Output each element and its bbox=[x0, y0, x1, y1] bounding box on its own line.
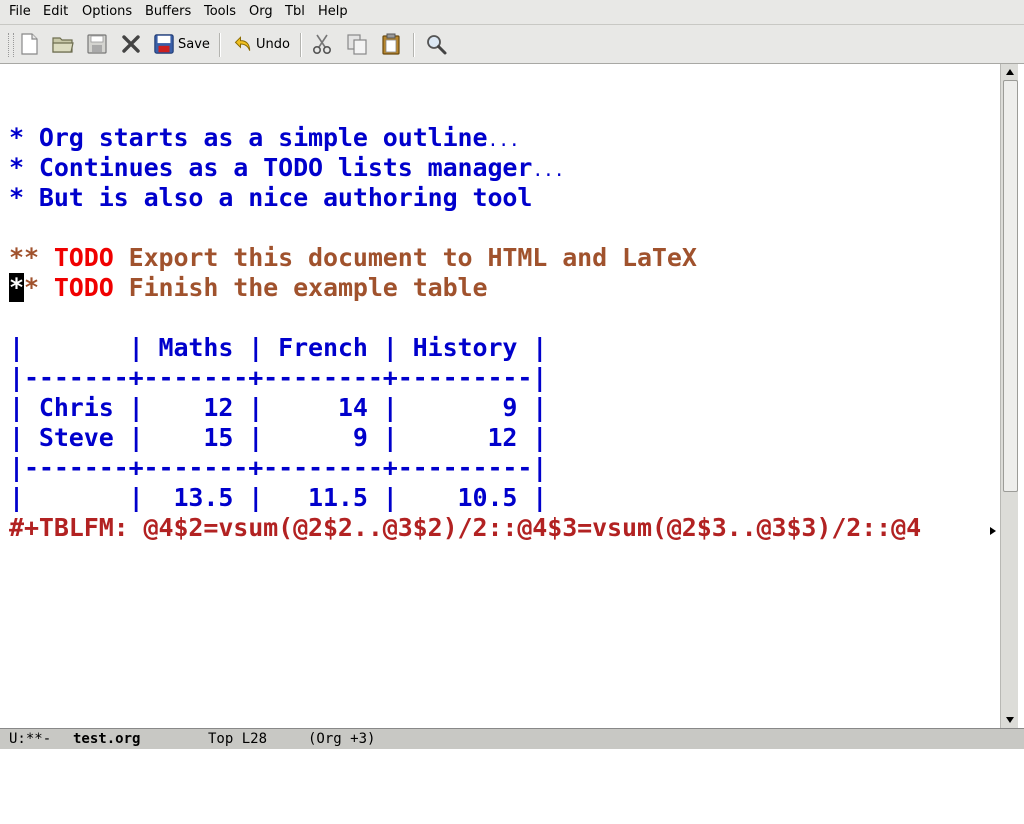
menu-edit[interactable]: Edit bbox=[43, 4, 68, 20]
save-icon bbox=[154, 34, 174, 54]
undo-button[interactable]: Undo bbox=[233, 31, 290, 57]
menu-bar: File Edit Options Buffers Tools Org Tbl … bbox=[0, 0, 1024, 25]
modeline-major-mode[interactable]: (Org +3) bbox=[308, 730, 375, 749]
heading-stars: * bbox=[9, 183, 24, 212]
search-button[interactable] bbox=[424, 31, 448, 57]
undo-icon bbox=[234, 36, 251, 51]
line-truncation-arrow-icon bbox=[988, 522, 998, 535]
todo-keyword: TODO bbox=[53, 273, 114, 302]
cut-button[interactable] bbox=[310, 31, 334, 57]
todo-line[interactable]: ** TODO Finish the example table bbox=[9, 273, 488, 303]
open-file-button[interactable] bbox=[51, 31, 75, 57]
editor-buffer[interactable]: * Org starts as a simple outline... * Co… bbox=[0, 64, 1000, 728]
table-header-row[interactable]: | | Maths | French | History | bbox=[9, 333, 547, 363]
menu-help[interactable]: Help bbox=[318, 4, 348, 20]
heading-line[interactable]: * Org starts as a simple outline... bbox=[9, 123, 520, 153]
table-row[interactable]: | Chris | 12 | 14 | 9 | bbox=[9, 393, 547, 423]
open-folder-icon bbox=[52, 37, 74, 53]
todo-stars-with-cursor: ** bbox=[9, 273, 39, 302]
toolbar-separator bbox=[413, 33, 415, 57]
menu-tbl[interactable]: Tbl bbox=[285, 4, 305, 20]
todo-line[interactable]: ** TODO Export this document to HTML and… bbox=[9, 243, 697, 273]
cut-icon bbox=[312, 34, 332, 55]
save-disk-icon bbox=[87, 34, 107, 54]
close-x-icon bbox=[122, 35, 140, 53]
copy-button[interactable] bbox=[345, 31, 369, 57]
mode-line[interactable]: U:**- test.org Top L28 (Org +3) bbox=[0, 728, 1024, 749]
todo-text: Export this document to HTML and LaTeX bbox=[128, 243, 697, 272]
todo-keyword: TODO bbox=[53, 243, 114, 272]
menu-tools[interactable]: Tools bbox=[204, 4, 236, 20]
new-file-button[interactable] bbox=[17, 31, 41, 57]
modeline-buffer-name[interactable]: test.org bbox=[73, 730, 140, 749]
folded-ellipsis[interactable]: ... bbox=[487, 130, 519, 151]
vertical-scrollbar[interactable] bbox=[1000, 64, 1019, 728]
paste-icon bbox=[382, 33, 400, 55]
scrollbar-thumb[interactable] bbox=[1003, 80, 1018, 492]
scroll-up-arrow-icon[interactable] bbox=[1003, 66, 1017, 78]
text-cursor: * bbox=[9, 273, 24, 302]
heading-text: But is also a nice authoring tool bbox=[38, 183, 533, 212]
paste-button[interactable] bbox=[379, 31, 403, 57]
scroll-down-arrow-icon[interactable] bbox=[1003, 714, 1017, 726]
frame-edge bbox=[1018, 64, 1024, 768]
table-formula-line[interactable]: #+TBLFM: @4$2=vsum(@2$2..@3$2)/2::@4$3=v… bbox=[9, 513, 991, 543]
heading-line[interactable]: * But is also a nice authoring tool bbox=[9, 183, 532, 213]
table-totals-row[interactable]: | | 13.5 | 11.5 | 10.5 | bbox=[9, 483, 547, 513]
heading-line[interactable]: * Continues as a TODO lists manager... bbox=[9, 153, 565, 183]
save-button-label: Save bbox=[178, 36, 210, 52]
save-disk-button[interactable] bbox=[85, 31, 109, 57]
new-file-icon bbox=[21, 33, 38, 55]
menu-file[interactable]: File bbox=[9, 4, 31, 20]
toolbar-separator bbox=[219, 33, 221, 57]
table-row[interactable]: | Steve | 15 | 9 | 12 | bbox=[9, 423, 547, 453]
menu-buffers[interactable]: Buffers bbox=[145, 4, 191, 20]
menu-options[interactable]: Options bbox=[82, 4, 132, 20]
modeline-status: U:**- bbox=[9, 731, 52, 747]
todo-stars: ** bbox=[9, 243, 39, 272]
folded-ellipsis[interactable]: ... bbox=[532, 160, 564, 181]
save-button[interactable]: Save bbox=[153, 31, 210, 57]
heading-text: Org starts as a simple outline bbox=[38, 123, 488, 152]
tool-bar: Save Undo bbox=[0, 25, 1024, 64]
echo-area[interactable] bbox=[0, 749, 1024, 768]
heading-stars: * bbox=[9, 123, 24, 152]
table-rule[interactable]: |-------+-------+--------+---------| bbox=[9, 453, 547, 483]
undo-button-label: Undo bbox=[256, 36, 290, 52]
toolbar-grip[interactable] bbox=[8, 33, 14, 57]
close-buffer-button[interactable] bbox=[119, 31, 143, 57]
table-rule[interactable]: |-------+-------+--------+---------| bbox=[9, 363, 547, 393]
search-icon bbox=[427, 35, 447, 55]
copy-icon bbox=[347, 34, 367, 55]
toolbar-separator bbox=[300, 33, 302, 57]
heading-stars: * bbox=[9, 153, 24, 182]
heading-text: Continues as a TODO lists manager bbox=[38, 153, 533, 182]
menu-org[interactable]: Org bbox=[249, 4, 273, 20]
modeline-position: Top L28 bbox=[208, 731, 268, 747]
todo-text: Finish the example table bbox=[128, 273, 488, 302]
